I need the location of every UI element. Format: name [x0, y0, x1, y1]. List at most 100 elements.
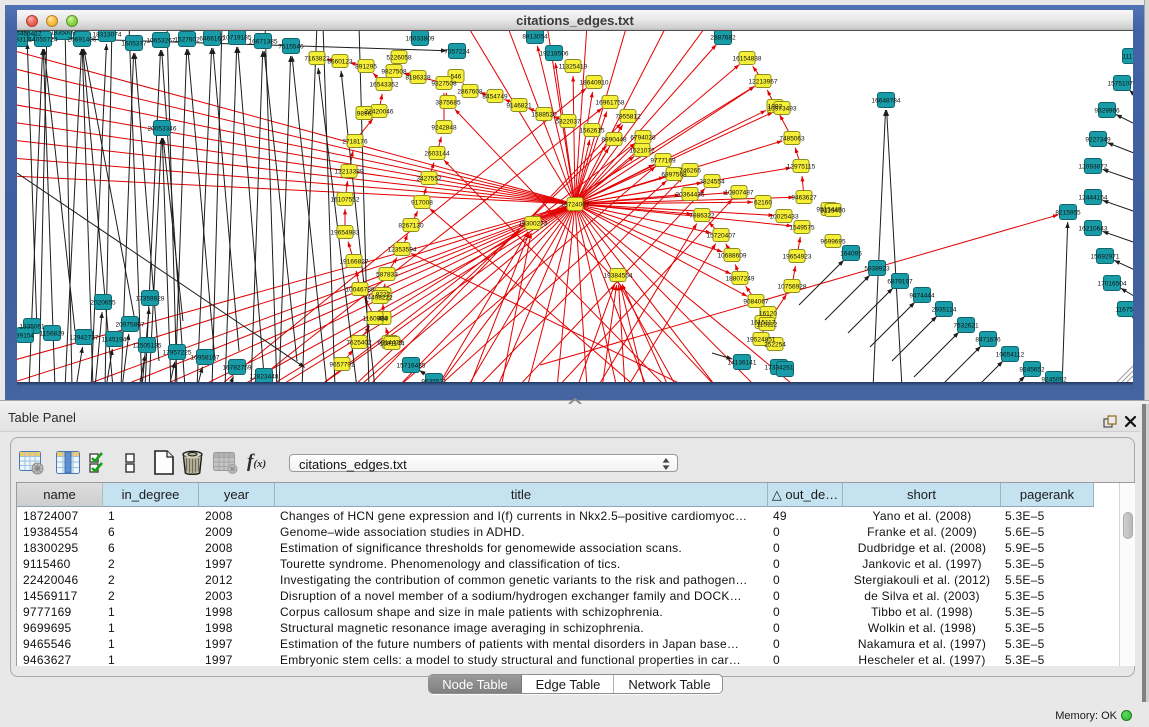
- svg-text:20053346: 20053346: [148, 126, 177, 133]
- svg-text:8186328: 8186328: [405, 75, 431, 82]
- svg-text:8471676: 8471676: [975, 337, 1001, 344]
- svg-text:15692971: 15692971: [1091, 254, 1120, 261]
- svg-text:19300273: 19300273: [519, 221, 548, 228]
- svg-text:1156829: 1156829: [40, 331, 65, 338]
- svg-text:17957225: 17957225: [163, 350, 192, 357]
- svg-text:5938923: 5938923: [864, 266, 890, 273]
- svg-text:9474444: 9474444: [909, 293, 935, 300]
- svg-text:7625402: 7625402: [346, 340, 372, 347]
- svg-text:5322037: 5322037: [555, 119, 581, 126]
- svg-text:16671385: 16671385: [249, 39, 278, 46]
- svg-text:39154: 39154: [17, 333, 34, 340]
- svg-text:3427552: 3427552: [416, 176, 442, 183]
- svg-text:9146821: 9146821: [506, 103, 532, 110]
- svg-text:16782759: 16782759: [223, 365, 252, 372]
- svg-text:7986322: 7986322: [689, 213, 715, 220]
- svg-text:115112: 115112: [757, 322, 778, 329]
- svg-text:9115460: 9115460: [821, 208, 846, 215]
- svg-text:16033809: 16033809: [406, 36, 435, 43]
- svg-text:16154838: 16154838: [733, 56, 762, 63]
- svg-text:7485063: 7485063: [779, 136, 805, 143]
- svg-text:12942737: 12942737: [70, 335, 99, 342]
- svg-text:10025433: 10025433: [770, 214, 799, 221]
- svg-text:8215955: 8215955: [1055, 210, 1081, 217]
- svg-text:252254: 252254: [764, 342, 786, 349]
- svg-text:2718176: 2718176: [342, 139, 368, 146]
- svg-text:746266: 746266: [679, 168, 701, 175]
- svg-text:17016504: 17016504: [1098, 281, 1127, 288]
- svg-text:12213389: 12213389: [335, 169, 364, 176]
- svg-text:20975867: 20975867: [116, 322, 145, 329]
- svg-text:18313074: 18313074: [93, 32, 122, 39]
- svg-text:10958107: 10958107: [191, 355, 220, 362]
- svg-text:9463627: 9463627: [791, 195, 817, 202]
- svg-text:16543362: 16543362: [370, 82, 399, 89]
- svg-text:8813054: 8813054: [522, 34, 548, 41]
- svg-text:9327508: 9327508: [431, 81, 457, 88]
- svg-text:11325419: 11325419: [559, 64, 588, 71]
- svg-text:2935114: 2935114: [932, 307, 957, 314]
- svg-text:10973493: 10973493: [768, 106, 797, 113]
- svg-text:10688609: 10688609: [718, 253, 747, 260]
- svg-text:4498222: 4498222: [367, 295, 393, 302]
- svg-text:10756928: 10756928: [778, 284, 807, 291]
- svg-text:9245652: 9245652: [1019, 367, 1045, 374]
- svg-text:20364436: 20364436: [676, 192, 705, 199]
- svg-text:7163822: 7163822: [304, 56, 330, 63]
- svg-text:18640910: 18640910: [580, 80, 609, 87]
- svg-text:12093872: 12093872: [1079, 164, 1108, 171]
- svg-text:5226058: 5226058: [386, 55, 412, 62]
- svg-text:3824554: 3824554: [699, 179, 725, 186]
- svg-text:19218506: 19218506: [540, 51, 569, 58]
- svg-text:19654983: 19654983: [331, 230, 360, 237]
- svg-text:2020655: 2020655: [90, 300, 116, 307]
- svg-text:7632621: 7632621: [953, 323, 979, 330]
- svg-text:12213967: 12213967: [749, 79, 778, 86]
- svg-text:16648784: 16648784: [872, 98, 901, 105]
- svg-text:15720407: 15720407: [707, 233, 736, 240]
- svg-text:1621072: 1621072: [629, 148, 655, 155]
- svg-text:14136141: 14136141: [728, 360, 757, 367]
- svg-text:19384554: 19384554: [604, 273, 633, 280]
- svg-text:2867608: 2867608: [457, 89, 483, 96]
- svg-text:16961758: 16961758: [596, 100, 625, 107]
- svg-text:8454749: 8454749: [482, 94, 508, 101]
- svg-text:546: 546: [451, 74, 462, 81]
- svg-text:9329966: 9329966: [1094, 108, 1120, 115]
- svg-text:12505135: 12505135: [133, 343, 162, 350]
- svg-text:6466160: 6466160: [199, 36, 225, 43]
- svg-text:9084067: 9084067: [743, 299, 769, 306]
- svg-text:587833: 587833: [376, 272, 398, 279]
- svg-text:8990448: 8990448: [601, 137, 627, 144]
- svg-text:1691144: 1691144: [380, 341, 405, 348]
- svg-text:917008: 917008: [411, 200, 433, 207]
- svg-text:18724007: 18724007: [561, 202, 590, 209]
- svg-text:116753: 116753: [1115, 307, 1133, 314]
- svg-text:10046788: 10046788: [346, 287, 375, 294]
- svg-text:14055724: 14055724: [29, 37, 58, 44]
- svg-text:10654112: 10654112: [996, 352, 1025, 359]
- svg-text:1527602: 1527602: [174, 37, 200, 44]
- svg-text:15716485: 15716485: [397, 363, 426, 370]
- svg-text:16107552: 16107552: [331, 197, 360, 204]
- svg-text:7955812: 7955812: [615, 114, 641, 121]
- svg-text:1145194: 1145194: [102, 337, 127, 344]
- svg-text:1605377: 1605377: [121, 41, 147, 48]
- svg-text:2603144: 2603144: [424, 151, 450, 158]
- svg-text:9227349: 9227349: [1085, 137, 1111, 144]
- svg-text:7515546: 7515546: [278, 44, 304, 51]
- svg-text:6794028: 6794028: [630, 135, 656, 142]
- svg-text:1335061: 1335061: [19, 324, 45, 331]
- svg-text:3875685: 3875685: [435, 100, 461, 107]
- svg-text:19654923: 19654923: [783, 254, 812, 261]
- svg-text:12823448: 12823448: [250, 374, 279, 381]
- svg-text:9827508: 9827508: [381, 69, 407, 76]
- svg-text:10807487: 10807487: [725, 190, 754, 197]
- svg-text:1160994: 1160994: [363, 316, 388, 323]
- svg-text:17359928: 17359928: [136, 296, 165, 303]
- svg-text:1835009: 1835009: [50, 31, 76, 37]
- svg-text:1562615: 1562615: [579, 128, 605, 135]
- svg-text:9657791: 9657791: [329, 362, 355, 369]
- svg-text:16210643: 16210643: [1079, 226, 1108, 233]
- svg-text:10653267: 10653267: [147, 38, 176, 45]
